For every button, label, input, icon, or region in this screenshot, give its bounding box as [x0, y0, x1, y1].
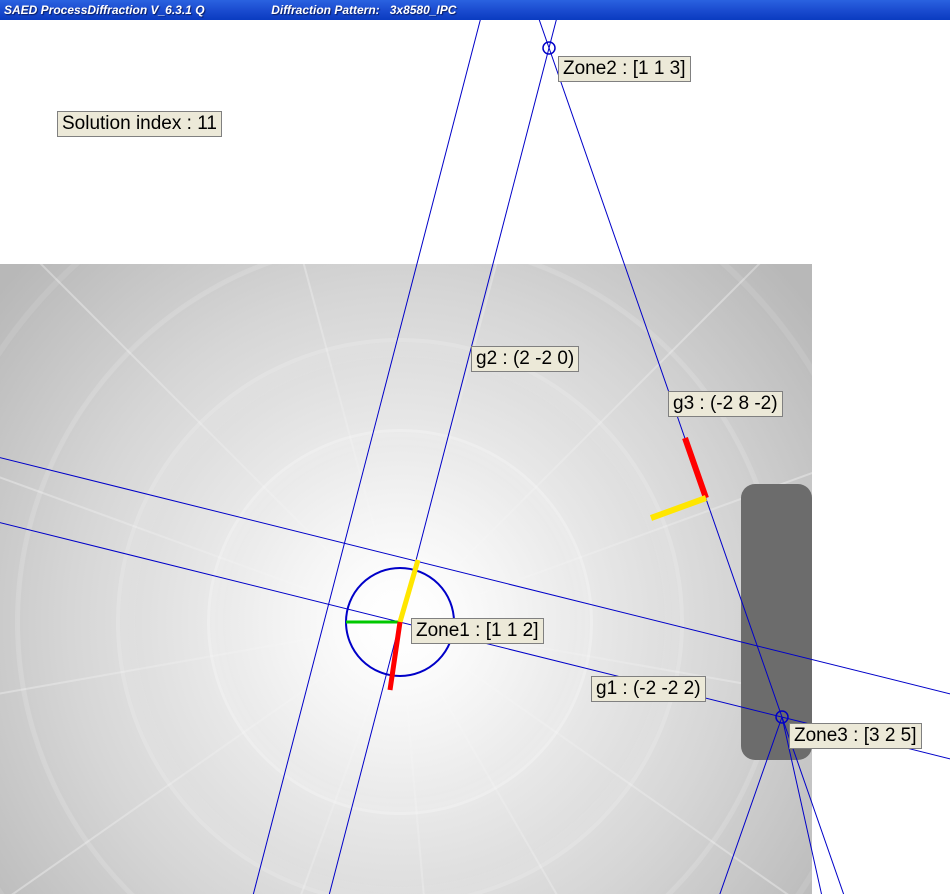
app-title: SAED ProcessDiffraction V_6.3.1 Q [4, 3, 205, 17]
zone2-label: Zone2 : [1 1 3] [558, 56, 691, 82]
g1-label: g1 : (-2 -2 2) [591, 676, 706, 702]
window-titlebar: SAED ProcessDiffraction V_6.3.1 Q Diffra… [0, 0, 950, 20]
solution-index-label: Solution index : 11 [57, 111, 222, 137]
g3-label: g3 : (-2 8 -2) [668, 391, 783, 417]
g2-label: g2 : (2 -2 0) [471, 346, 579, 372]
pattern-name: 3x8580_IPC [390, 3, 457, 17]
diffraction-image [0, 264, 812, 894]
beamstop [741, 484, 812, 760]
zone1-label: Zone1 : [1 1 2] [411, 618, 544, 644]
zone2-marker [543, 42, 555, 54]
pattern-prefix: Diffraction Pattern: [271, 3, 379, 17]
diffraction-canvas[interactable]: Solution index : 11 Zone2 : [1 1 3] g2 :… [0, 20, 950, 894]
zone3-label: Zone3 : [3 2 5] [789, 723, 922, 749]
